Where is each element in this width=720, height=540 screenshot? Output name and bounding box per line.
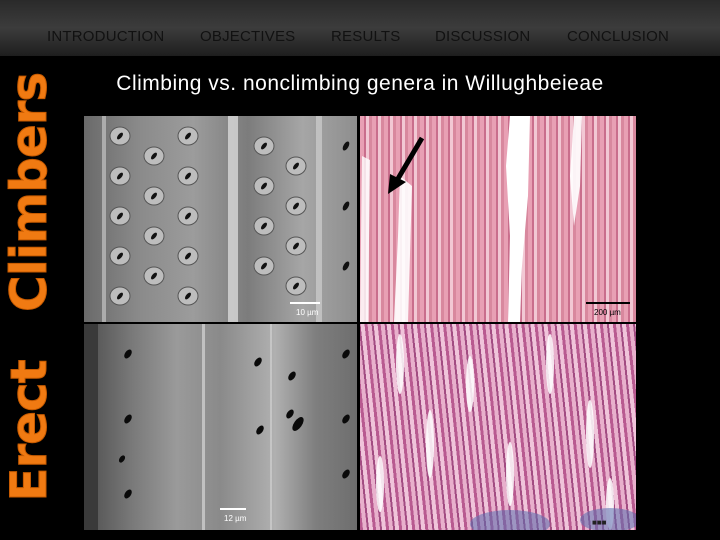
lm-image-erect: ■■■: [360, 324, 636, 530]
scale-bar: [220, 508, 246, 510]
lm-image-climbers: 200 µm: [360, 116, 636, 322]
sem-image-erect: 12 µm: [84, 324, 357, 530]
sem-erect-pits: [84, 324, 350, 530]
scale-label-sem-top: 10 µm: [296, 308, 319, 317]
nav-introduction[interactable]: INTRODUCTION: [47, 28, 164, 45]
nav-results[interactable]: RESULTS: [331, 28, 400, 45]
climbers-label: Climbers: [0, 72, 59, 312]
scale-bar: [586, 302, 630, 304]
nav-conclusion[interactable]: CONCLUSION: [567, 28, 669, 45]
nav-objectives[interactable]: OBJECTIVES: [200, 28, 295, 45]
scale-label-sem-bottom: 12 µm: [224, 514, 247, 523]
navigation-bar: INTRODUCTION OBJECTIVES RESULTS DISCUSSI…: [0, 0, 720, 56]
sem-image-climbers: 10 µm: [84, 116, 357, 322]
scale-label-lm-bottom: ■■■: [592, 518, 607, 527]
nav-discussion[interactable]: DISCUSSION: [435, 28, 530, 45]
erect-label: Erect: [0, 360, 59, 502]
scale-bar: [290, 302, 320, 304]
sem-climbers-pits: [102, 116, 350, 322]
slide-title: Climbing vs. nonclimbing genera in Willu…: [116, 72, 604, 95]
arrow-icon: [388, 136, 425, 194]
lm-erect-rays: [376, 334, 636, 530]
scale-label-lm-top: 200 µm: [594, 308, 621, 317]
